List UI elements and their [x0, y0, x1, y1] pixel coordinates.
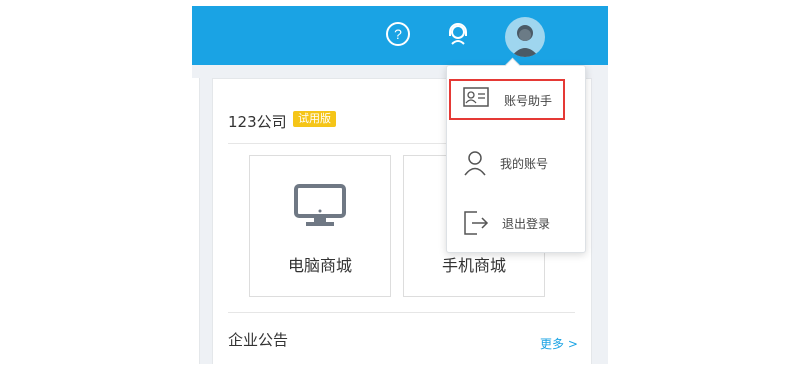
menu-item-logout[interactable]: 退出登录 [447, 202, 585, 242]
more-link[interactable]: 更多 > [540, 335, 578, 352]
company-name: 123公司 [228, 113, 287, 131]
user-icon [463, 150, 487, 180]
headset-icon[interactable] [444, 20, 472, 48]
menu-item-label: 我的账号 [500, 157, 549, 171]
trial-badge: 试用版 [293, 111, 336, 127]
logout-icon [463, 210, 489, 240]
notice-title: 企业公告 [228, 331, 289, 349]
tile-label: 电脑商城 [287, 256, 352, 275]
question-circle-icon[interactable]: ? [384, 20, 412, 48]
menu-item-my-account[interactable]: 我的账号 [447, 142, 585, 182]
user-avatar[interactable] [505, 17, 545, 57]
highlight-box [449, 79, 565, 120]
tile-label: 手机商城 [441, 256, 506, 275]
top-header: ? [192, 6, 608, 65]
monitor-icon [294, 184, 346, 232]
divider [228, 312, 575, 313]
svg-text:?: ? [394, 26, 402, 42]
menu-item-label: 退出登录 [502, 217, 551, 231]
tile-pc-mall[interactable]: 电脑商城 [249, 155, 391, 297]
left-panel [192, 78, 200, 364]
